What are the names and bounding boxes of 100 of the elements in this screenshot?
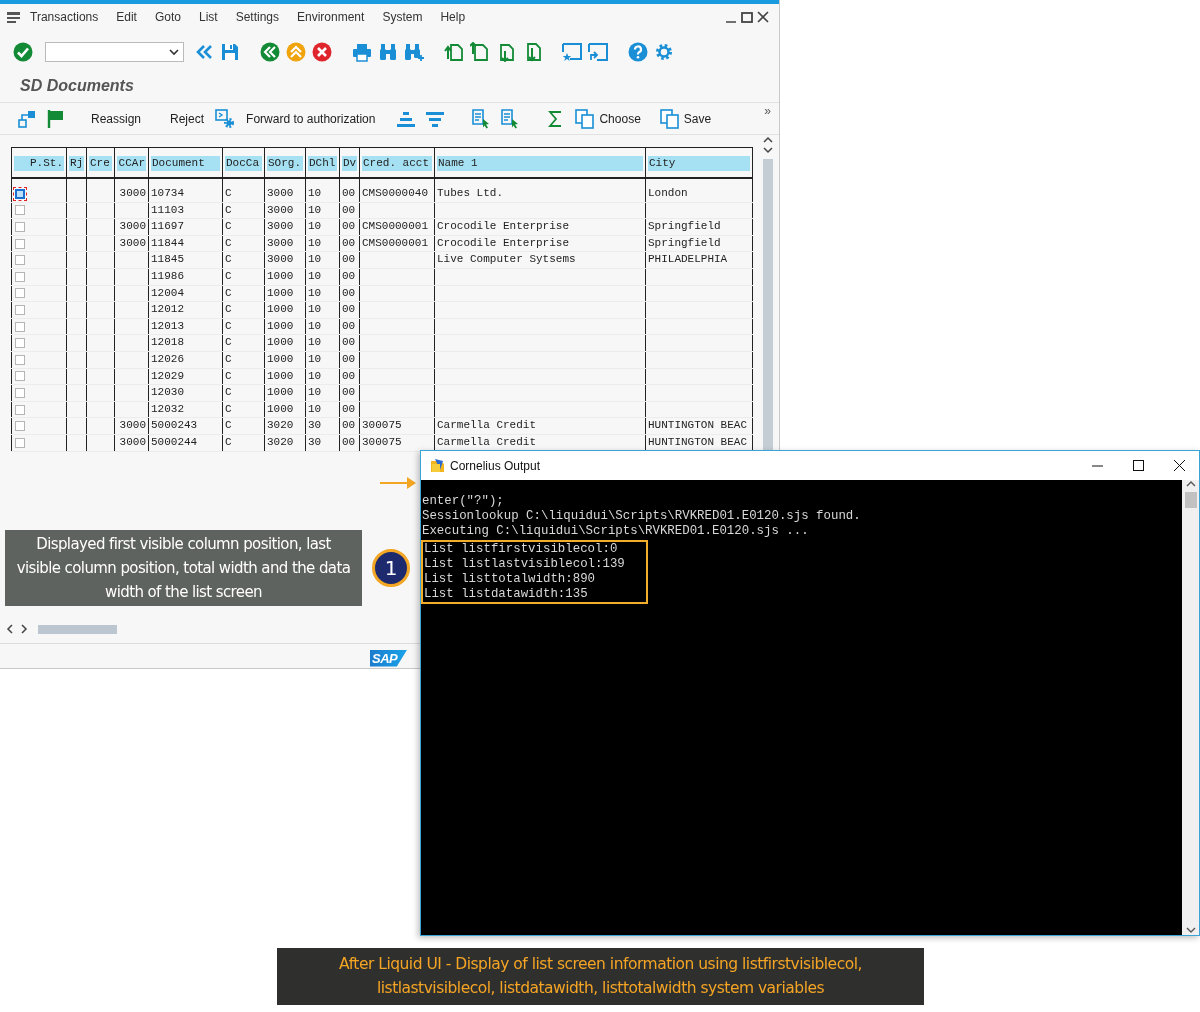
table-cell: 12029	[151, 369, 184, 382]
console-line: List listdatawidth:135	[421, 587, 648, 605]
row-checkbox[interactable]	[15, 338, 25, 349]
row-checkbox[interactable]	[15, 222, 25, 232]
row-checkbox[interactable]	[15, 188, 25, 199]
table-cell: 3000	[119, 187, 146, 199]
table-cell: C	[225, 220, 232, 233]
row-checkbox[interactable]	[15, 354, 25, 365]
check-icon[interactable]	[13, 42, 33, 62]
row-checkbox[interactable]	[15, 387, 25, 398]
table-cell: C	[225, 269, 232, 282]
window-arrow-icon[interactable]	[588, 42, 608, 62]
toolbar-button[interactable]: Save	[659, 108, 712, 129]
column-header[interactable]: DChl	[308, 156, 337, 171]
star-window-icon[interactable]	[562, 42, 582, 62]
menu-item[interactable]: Settings	[226, 10, 288, 24]
toolbar-button[interactable]: Choose	[575, 108, 641, 129]
table-cell: 12032	[151, 402, 184, 415]
scrollbar-thumb[interactable]	[38, 624, 117, 634]
row-checkbox[interactable]	[15, 304, 25, 315]
table-cell: Tubes Ltd.	[437, 187, 503, 199]
row-checkbox[interactable]	[15, 205, 25, 216]
column-header[interactable]: DocCa	[225, 156, 262, 171]
chevron-right-icon[interactable]	[20, 624, 28, 634]
flag-icon[interactable]	[46, 108, 66, 129]
column-header[interactable]: CCAr	[117, 156, 146, 171]
column-header[interactable]: P.St.	[14, 156, 64, 171]
help-icon[interactable]	[628, 42, 648, 62]
table-cell: 3000	[267, 187, 294, 199]
previous-page-icon[interactable]	[470, 42, 490, 62]
settings-icon[interactable]	[654, 42, 674, 62]
toolbar-button[interactable]: Reassign	[89, 111, 144, 126]
row-checkbox[interactable]	[15, 255, 25, 266]
scrollbar-thumb[interactable]	[1184, 492, 1197, 508]
column-header[interactable]: Cred. acct	[362, 156, 432, 171]
row-checkbox[interactable]	[15, 404, 25, 415]
menu-item[interactable]: System	[373, 10, 432, 24]
command-field[interactable]	[45, 42, 184, 62]
save-icon[interactable]	[220, 42, 240, 62]
row-checkbox[interactable]	[15, 288, 25, 299]
console-line: List listlastvisiblecol:139	[421, 556, 648, 572]
table-cell: 3000	[119, 419, 146, 432]
close-icon[interactable]	[1174, 460, 1185, 471]
menu-item[interactable]: Edit	[107, 10, 146, 24]
chevron-down-icon[interactable]	[1185, 925, 1196, 935]
toolbar-button[interactable]: Forward to authorization	[244, 111, 378, 126]
maximize-icon[interactable]	[741, 11, 753, 23]
screen-gear-icon[interactable]	[215, 108, 236, 129]
table-cell: 3000	[267, 236, 294, 249]
table-cell: Crocodile Enterprise	[437, 220, 570, 233]
table-cell: 10734	[151, 187, 184, 199]
table-cell: 00	[342, 402, 356, 415]
console-line: Executing C:\liquidui\Scripts\RVKRED01.E0120.sjs ...	[422, 524, 810, 540]
first-page-icon[interactable]	[444, 42, 464, 62]
binoculars-plus-icon[interactable]	[404, 42, 424, 62]
print-icon[interactable]	[352, 42, 372, 62]
up-icon[interactable]	[286, 42, 306, 62]
caption-text: After Liquid UI - Display of list screen information using listfirstvisiblecol, listlastvisiblecol, listdatawidth, listtotalwidth system variables	[277, 948, 924, 1005]
row-checkbox[interactable]	[15, 271, 25, 282]
menu-item[interactable]: Transactions	[21, 10, 108, 24]
table-cell: CMS0000001	[362, 220, 428, 233]
scrollbar-thumb[interactable]	[763, 159, 773, 451]
table-cell: 3000	[119, 220, 146, 233]
column-header[interactable]: Document	[151, 156, 220, 171]
menu-item[interactable]: List	[189, 10, 227, 24]
column-header[interactable]: Dv	[342, 156, 357, 171]
binoculars-icon[interactable]	[378, 42, 398, 62]
menu-icon[interactable]	[6, 9, 21, 25]
row-checkbox[interactable]	[15, 321, 25, 332]
chevron-left-icon[interactable]	[6, 624, 14, 634]
chevron-down-icon[interactable]	[169, 48, 179, 56]
row-checkbox[interactable]	[15, 421, 25, 432]
row-checkbox[interactable]	[15, 238, 25, 249]
row-checkbox[interactable]	[15, 371, 25, 382]
close-icon[interactable]	[757, 11, 769, 23]
toolbar-button[interactable]: Reject	[168, 111, 207, 126]
table-cell: 30	[308, 419, 322, 432]
cancel-icon[interactable]	[312, 42, 332, 62]
back-icon[interactable]	[260, 42, 280, 62]
table-cell: 10	[308, 269, 322, 282]
table-cell: C	[225, 336, 232, 349]
table-cell: C	[225, 253, 232, 266]
menu-item[interactable]: Help	[431, 10, 475, 24]
menu-item[interactable]: Environment	[288, 10, 374, 24]
chevron-up-icon[interactable]	[763, 135, 773, 145]
column-header[interactable]: SOrg.	[267, 156, 303, 171]
more-button[interactable]: »	[764, 104, 771, 118]
column-header[interactable]: City	[648, 156, 750, 171]
table-cell: 1000	[267, 336, 294, 349]
hierarchy-icon[interactable]	[17, 108, 37, 129]
column-header[interactable]: Cre	[89, 156, 112, 171]
column-header[interactable]: Name 1	[437, 156, 643, 171]
row-checkbox[interactable]	[15, 437, 25, 448]
table-cell: 3000	[119, 236, 146, 249]
chevron-down-icon[interactable]	[763, 145, 773, 155]
menu-item[interactable]: Goto	[145, 10, 190, 24]
table-cell: 00	[342, 319, 356, 332]
table-cell: 3000	[119, 435, 146, 448]
column-header[interactable]: Rj	[69, 156, 84, 171]
maximize-icon[interactable]	[1133, 460, 1144, 471]
